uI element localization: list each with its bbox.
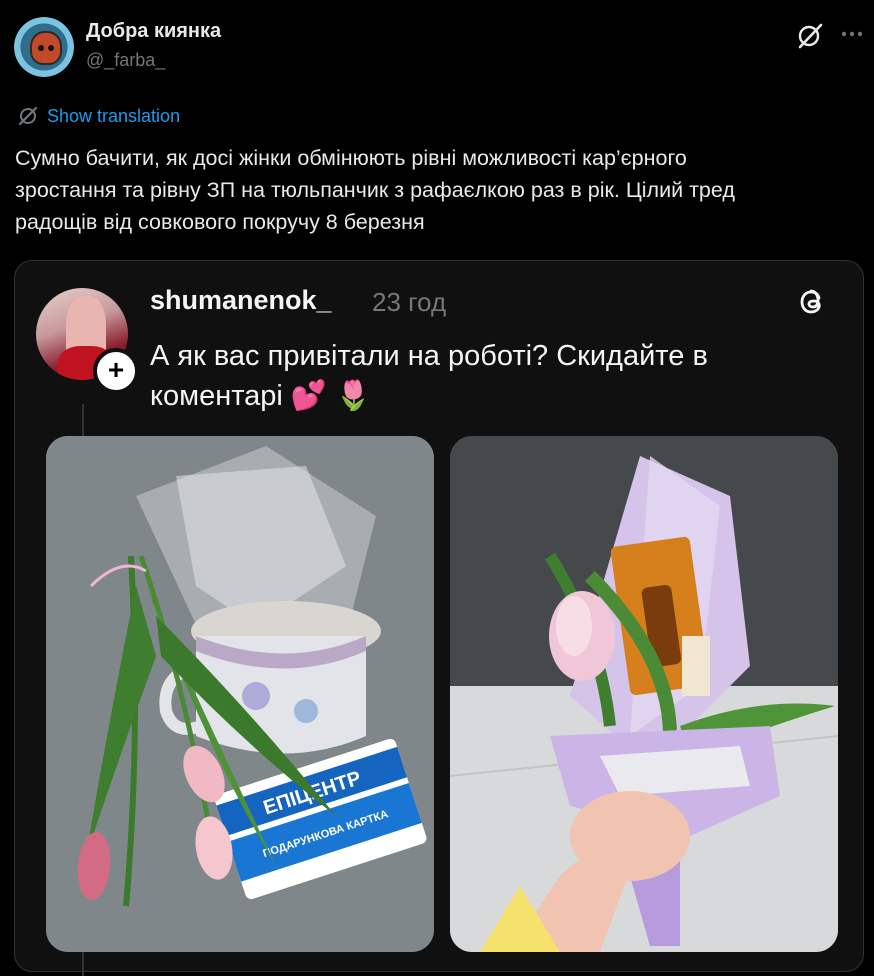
- threads-timestamp: 23 год: [372, 287, 447, 317]
- tweet-text: Сумно бачити, як досі жінки обмінюють рі…: [15, 146, 735, 234]
- avatar-eye: [48, 45, 54, 51]
- post-photo-2[interactable]: [450, 436, 838, 952]
- translate-row[interactable]: Show translation: [17, 105, 180, 127]
- threads-post-text: А як вас привітали на роботі? Скидайте в…: [150, 340, 708, 412]
- photo-1-illustration: ЕПІЦЕНТР ПОДАРУНКОВА КАРТКА: [46, 436, 434, 952]
- profile-avatar[interactable]: [14, 17, 74, 77]
- translate-icon: [18, 106, 38, 126]
- display-name[interactable]: Добра киянка: [86, 20, 221, 43]
- follow-plus-button[interactable]: +: [93, 348, 139, 394]
- avatar-eye: [38, 45, 44, 51]
- threads-icon: [800, 289, 821, 314]
- more-icon[interactable]: [838, 20, 866, 48]
- user-handle[interactable]: @_farba_: [86, 50, 165, 71]
- post-photo-1[interactable]: ЕПІЦЕНТР ПОДАРУНКОВА КАРТКА: [46, 436, 434, 952]
- photo-2-illustration: [450, 436, 838, 952]
- threads-username[interactable]: shumanenok_: [150, 285, 332, 316]
- show-translation-link[interactable]: Show translation: [47, 106, 180, 127]
- grok-icon[interactable]: [794, 20, 826, 52]
- avatar-face: [30, 31, 62, 65]
